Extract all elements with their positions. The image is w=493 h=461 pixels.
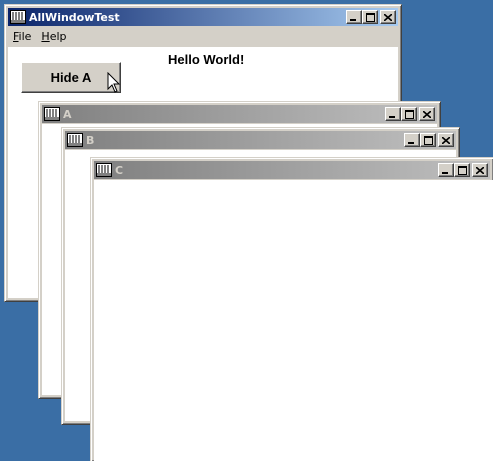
child-window-c-titlebar[interactable]: C bbox=[94, 161, 490, 179]
menu-file[interactable]: File bbox=[8, 30, 36, 43]
close-button[interactable] bbox=[438, 133, 454, 147]
minimize-button[interactable] bbox=[404, 133, 420, 147]
close-button[interactable] bbox=[419, 107, 435, 121]
minimize-icon bbox=[389, 115, 395, 118]
app-icon bbox=[10, 10, 26, 24]
main-window-titlebar[interactable]: AllWindowTest bbox=[8, 8, 398, 26]
window-title: AllWindowTest bbox=[29, 10, 120, 24]
child-window-c: C bbox=[90, 157, 493, 461]
maximize-icon bbox=[365, 12, 375, 22]
window-controls bbox=[404, 133, 454, 147]
close-button[interactable] bbox=[380, 10, 396, 24]
maximize-icon bbox=[423, 135, 433, 145]
hello-text: Hello World! bbox=[168, 52, 245, 67]
window-controls bbox=[346, 10, 396, 24]
minimize-button[interactable] bbox=[346, 10, 362, 24]
app-icon bbox=[44, 107, 60, 121]
minimize-icon bbox=[350, 18, 356, 21]
window-title: B bbox=[86, 133, 95, 147]
minimize-icon bbox=[408, 141, 414, 144]
window-title: C bbox=[115, 163, 124, 177]
maximize-button[interactable] bbox=[362, 10, 378, 24]
window-controls bbox=[385, 107, 435, 121]
window-controls bbox=[438, 163, 488, 177]
menu-bar: File Help bbox=[8, 27, 398, 45]
close-icon bbox=[442, 136, 450, 144]
maximize-icon bbox=[457, 165, 467, 175]
app-icon bbox=[67, 133, 83, 147]
maximize-button[interactable] bbox=[401, 107, 417, 121]
maximize-icon bbox=[404, 109, 414, 119]
maximize-button[interactable] bbox=[454, 163, 470, 177]
close-icon bbox=[384, 13, 392, 21]
minimize-icon bbox=[442, 171, 448, 174]
hide-a-button[interactable]: Hide A bbox=[21, 62, 121, 93]
close-icon bbox=[423, 110, 431, 118]
close-button[interactable] bbox=[472, 163, 488, 177]
window-title: A bbox=[63, 107, 72, 121]
child-window-c-client bbox=[94, 180, 493, 461]
app-icon bbox=[96, 163, 112, 177]
close-icon bbox=[476, 166, 484, 174]
child-window-b-titlebar[interactable]: B bbox=[65, 131, 456, 149]
minimize-button[interactable] bbox=[385, 107, 401, 121]
minimize-button[interactable] bbox=[438, 163, 454, 177]
maximize-button[interactable] bbox=[420, 133, 436, 147]
mouse-pointer-icon bbox=[107, 72, 121, 93]
menu-help[interactable]: Help bbox=[36, 30, 71, 43]
child-window-a-titlebar[interactable]: A bbox=[42, 105, 437, 123]
